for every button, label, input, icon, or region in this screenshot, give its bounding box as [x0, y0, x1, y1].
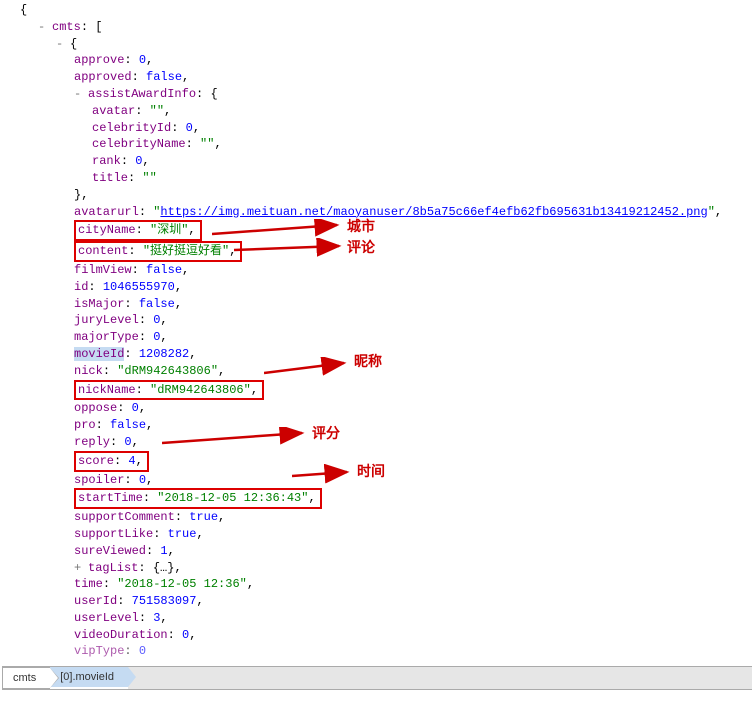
annot-time: 时间	[357, 462, 385, 482]
avatar-url-link[interactable]: https://img.meituan.net/maoyanuser/8b5a7…	[160, 205, 707, 219]
selected-key[interactable]: movieId	[74, 347, 124, 361]
brace: {	[20, 3, 27, 17]
line-cmts[interactable]: - cmts: [	[2, 19, 752, 36]
row-avatar: avatar: "",	[2, 103, 752, 120]
highlight-box-content: content: "挺好挺逗好看",	[74, 241, 242, 262]
row-vipType: vipType: 0	[2, 643, 752, 660]
annot-score: 评分	[312, 424, 340, 444]
row-rank: rank: 0,	[2, 153, 752, 170]
row-assist-close: },	[2, 187, 752, 204]
line-item0[interactable]: - {	[2, 36, 752, 53]
row-celebrityId: celebrityId: 0,	[2, 120, 752, 137]
row-userId: userId: 751583097,	[2, 593, 752, 610]
collapse-icon[interactable]: -	[56, 36, 66, 53]
row-videoDuration: videoDuration: 0,	[2, 627, 752, 644]
row-nickName: nickName: "dRM942643806",	[2, 380, 752, 401]
row-reply: reply: 0,	[2, 434, 752, 451]
key-cmts: cmts	[52, 20, 81, 34]
row-juryLevel: juryLevel: 0,	[2, 312, 752, 329]
row-isMajor: isMajor: false,	[2, 296, 752, 313]
row-majorType: majorType: 0,	[2, 329, 752, 346]
row-celebrityName: celebrityName: "",	[2, 136, 752, 153]
collapse-icon[interactable]: -	[74, 86, 84, 103]
crumb-spacer	[128, 667, 752, 689]
row-title: title: ""	[2, 170, 752, 187]
row-sureViewed: sureViewed: 1,	[2, 543, 752, 560]
row-supportComment: supportComment: true,	[2, 509, 752, 526]
line-open-brace: {	[2, 2, 752, 19]
json-viewer: { - cmts: [ - { approve: 0, approved: fa…	[2, 2, 752, 660]
row-pro: pro: false,	[2, 417, 752, 434]
collapse-icon[interactable]: -	[38, 19, 48, 36]
annot-nick: 昵称	[354, 352, 382, 372]
row-filmView: filmView: false,	[2, 262, 752, 279]
row-assistAwardInfo[interactable]: - assistAwardInfo: {	[2, 86, 752, 103]
row-oppose: oppose: 0,	[2, 400, 752, 417]
highlight-box-city: cityName: "深圳",	[74, 220, 202, 241]
json-tree: { - cmts: [ - { approve: 0, approved: fa…	[2, 2, 752, 660]
highlight-box-time: startTime: "2018-12-05 12:36:43",	[74, 488, 322, 509]
row-cityName: cityName: "深圳",	[2, 220, 752, 241]
crumb-path[interactable]: [0].movieId	[50, 667, 128, 687]
row-approved: approved: false,	[2, 69, 752, 86]
highlight-box-score: score: 4,	[74, 451, 149, 472]
highlight-box-nick: nickName: "dRM942643806",	[74, 380, 264, 401]
annot-comment: 评论	[347, 238, 375, 258]
breadcrumb: cmts [0].movieId	[2, 666, 752, 686]
row-userLevel: userLevel: 3,	[2, 610, 752, 627]
row-id: id: 1046555970,	[2, 279, 752, 296]
expand-icon[interactable]: +	[74, 560, 84, 577]
row-approve: approve: 0,	[2, 52, 752, 69]
row-content: content: "挺好挺逗好看",	[2, 241, 752, 262]
row-tagList[interactable]: + tagList: {…},	[2, 560, 752, 577]
row-supportLike: supportLike: true,	[2, 526, 752, 543]
crumb-root[interactable]: cmts	[3, 667, 50, 689]
row-startTime: startTime: "2018-12-05 12:36:43",	[2, 488, 752, 509]
row-avatarurl: avatarurl: "https://img.meituan.net/maoy…	[2, 204, 752, 221]
annot-city: 城市	[347, 217, 375, 237]
row-time: time: "2018-12-05 12:36",	[2, 576, 752, 593]
